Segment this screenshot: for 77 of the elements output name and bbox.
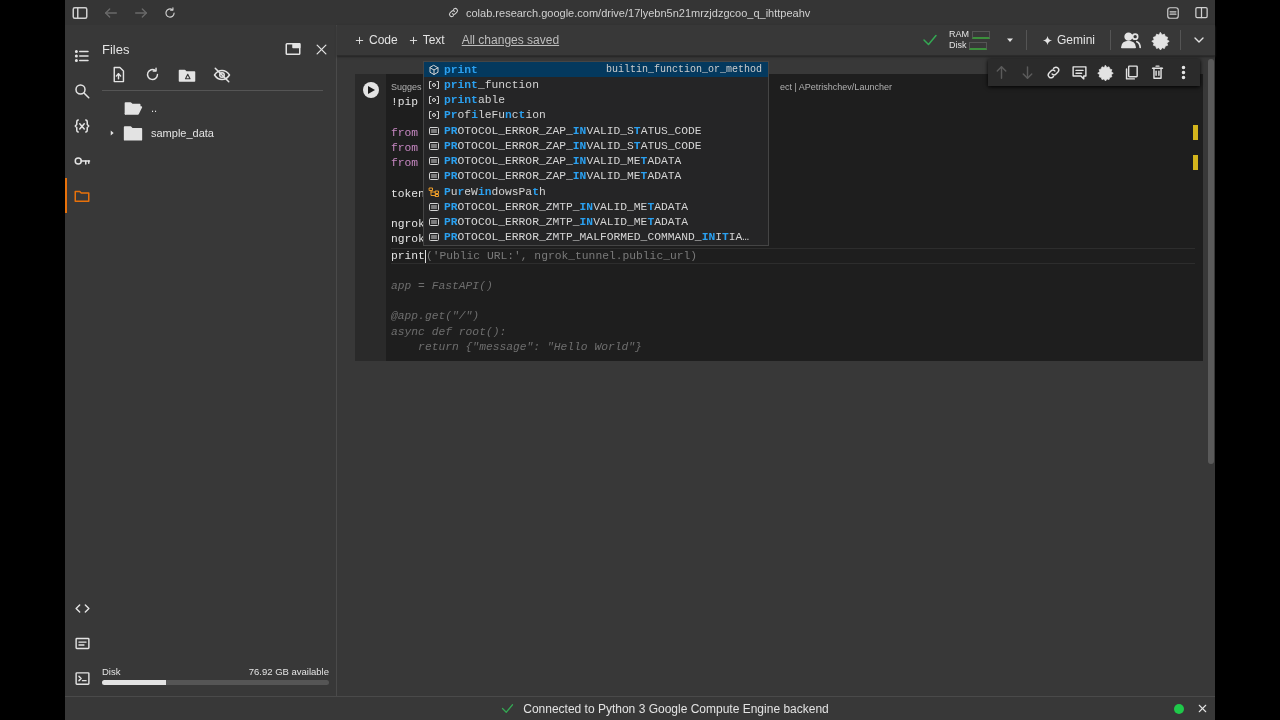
people-icon[interactable]: [1121, 30, 1141, 50]
constant-icon: [428, 216, 440, 229]
suggestion-item[interactable]: PROTOCOL_ERROR_ZMTP_INVALID_METADATA: [424, 199, 768, 215]
file-row[interactable]: sample_data: [105, 120, 214, 145]
mirror-icon[interactable]: [1123, 64, 1140, 81]
save-status-link[interactable]: All changes saved: [461, 33, 560, 47]
code-line: from: [391, 140, 419, 156]
suggestion-item[interactable]: PROTOCOL_ERROR_ZMTP_MALFORMED_COMMAND_INITIA…: [424, 229, 768, 245]
suggestion-item[interactable]: print_function: [424, 77, 768, 93]
delete-icon[interactable]: [1149, 64, 1166, 81]
suggestion-item[interactable]: PROTOCOL_ERROR_ZAP_INVALID_METADATA: [424, 168, 768, 184]
suggestion-text: Sugges: [391, 82, 422, 92]
scroll-marker: [1193, 125, 1198, 140]
hidden-icon[interactable]: [213, 66, 231, 84]
address-bar[interactable]: colab.research.google.com/drive/17lyebn5n21mrzjdzgcoo_q_ihttpeahv: [466, 6, 811, 19]
resource-meter[interactable]: RAM Disk: [949, 29, 990, 51]
run-button[interactable]: [362, 82, 379, 98]
suggestion-item[interactable]: PROTOCOL_ERROR_ZAP_INVALID_STATUS_CODE: [424, 138, 768, 154]
suggestion-item[interactable]: printable: [424, 92, 768, 108]
suggestion-item[interactable]: PROTOCOL_ERROR_ZAP_INVALID_STATUS_CODE: [424, 123, 768, 139]
settings-icon[interactable]: [1097, 64, 1114, 81]
refresh-icon[interactable]: [144, 66, 161, 83]
connection-dot-icon: [1174, 703, 1184, 714]
constant-icon: [428, 200, 440, 213]
code-line: return {"message": "Hello World"}: [417, 339, 642, 355]
constant-icon: [428, 170, 440, 183]
gemini-button[interactable]: Gemini: [1037, 33, 1100, 47]
suggestion-item[interactable]: ProfileFunction: [424, 107, 768, 123]
constant-icon: [428, 124, 440, 137]
search-icon: [73, 81, 91, 100]
split-view-icon[interactable]: [1194, 5, 1209, 20]
inline-suggestion: ('Public URL:', ngrok_tunnel.public_url): [425, 248, 698, 263]
terminal-icon[interactable]: [73, 670, 91, 687]
reload-icon[interactable]: [163, 5, 177, 20]
suggestion-item[interactable]: print builtin_function_or_method: [424, 62, 768, 78]
window-icon[interactable]: [284, 40, 302, 58]
commands-icon[interactable]: [73, 635, 91, 652]
settings-icon[interactable]: [1151, 30, 1170, 50]
suggestion-item[interactable]: PureWindowsPath: [424, 184, 768, 200]
code-line: print: [391, 248, 425, 263]
code-line: from: [391, 125, 419, 141]
disk-label: Disk: [102, 666, 122, 677]
variables-icon: [73, 116, 91, 135]
comment-icon[interactable]: [1071, 64, 1088, 81]
code-line: async def root():: [391, 324, 507, 340]
code-line: @app.get("/"): [391, 309, 480, 325]
code-line: from: [391, 156, 419, 171]
suggestion-item[interactable]: PROTOCOL_ERROR_ZMTP_INVALID_METADATA: [424, 214, 768, 230]
scroll-marker: [1193, 155, 1198, 170]
code-line: !pip: [391, 95, 419, 110]
class-icon: [428, 185, 440, 198]
file-row[interactable]: ..: [105, 95, 158, 120]
tune-icon[interactable]: [1166, 5, 1180, 20]
code-line: ngrok: [391, 217, 425, 232]
plus-icon: [354, 34, 365, 46]
variable-icon: [428, 109, 440, 122]
close-icon[interactable]: [1196, 702, 1209, 715]
panel-title: Files: [102, 41, 131, 57]
constant-icon: [428, 231, 440, 244]
constant-icon: [428, 139, 440, 152]
scrollbar[interactable]: [1208, 59, 1214, 464]
code-line: ngrok: [391, 232, 425, 248]
cube-icon: [428, 63, 440, 76]
connection-status: Connected to Python 3 Google Compute Engine backend: [523, 701, 829, 716]
constant-icon: [428, 155, 440, 168]
variable-icon: [428, 94, 440, 107]
suggestion-item[interactable]: PROTOCOL_ERROR_ZAP_INVALID_METADATA: [424, 153, 768, 169]
sparkle-icon: [1042, 34, 1053, 46]
plus-icon: [407, 34, 419, 46]
disk-available: 76.92 GB available: [248, 666, 329, 677]
add-code-button[interactable]: Code: [349, 33, 403, 47]
link-icon: [447, 6, 460, 19]
code-line: app = FastAPI(): [391, 278, 493, 294]
suggestion-text: ect | APetrishchev/Launcher: [780, 82, 892, 92]
variable-icon: [428, 78, 440, 91]
link-icon[interactable]: [1045, 64, 1062, 81]
add-text-button[interactable]: Text: [402, 33, 450, 47]
